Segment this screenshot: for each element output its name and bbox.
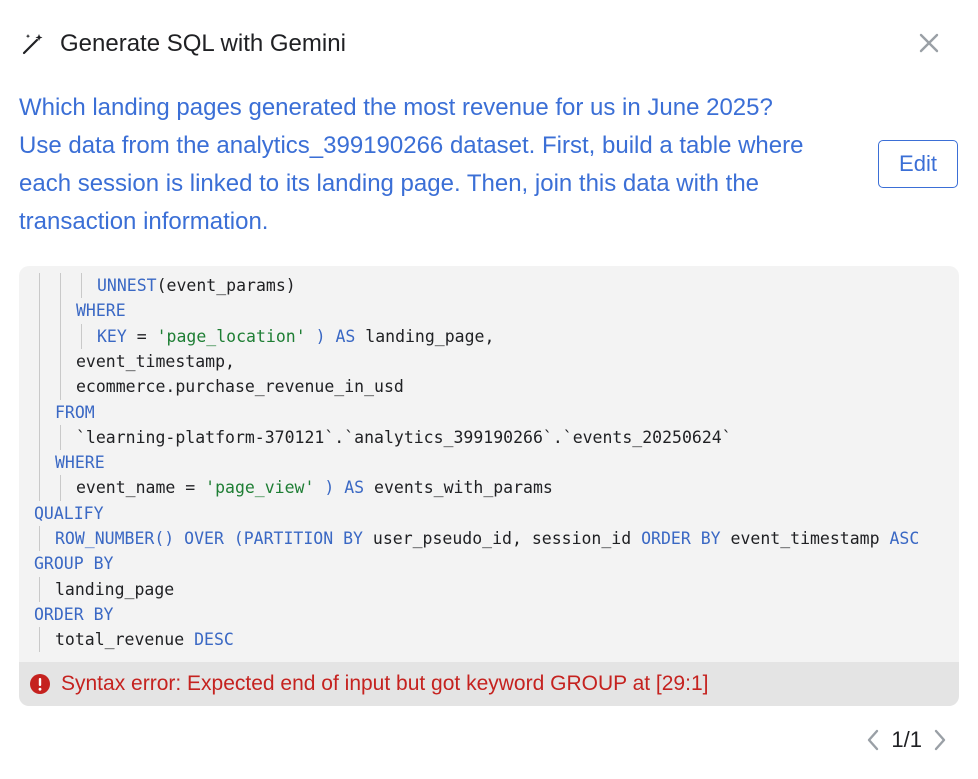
code-line: UNNEST(event_params) [97, 273, 296, 298]
error-icon [30, 674, 50, 694]
indent-guide [81, 273, 82, 299]
indent-guide [60, 424, 61, 451]
code-token: DESC [194, 630, 234, 650]
error-message: Syntax error: Expected end of input but … [61, 672, 709, 695]
code-token: WHERE [55, 453, 105, 473]
code-token: WHERE [76, 301, 126, 321]
code-line: GROUP BY [34, 551, 113, 576]
code-line: `learning-platform-370121`.`analytics_39… [76, 425, 732, 450]
code-token: events_with_params [364, 478, 553, 498]
code-line: event_name = 'page_view' ) AS events_wit… [76, 475, 553, 500]
code-line: QUALIFY [34, 501, 104, 526]
pagination: 1/1 [863, 724, 950, 756]
code-token: event_timestamp [720, 529, 890, 548]
next-page-button[interactable] [930, 727, 950, 753]
sql-code-editor[interactable]: UNNEST(event_params) WHERE KEY = 'page_loc… [19, 266, 959, 662]
code-line: total_revenue DESC [55, 627, 234, 652]
code-line: KEY = 'page_location' ) AS landing_page, [97, 324, 494, 349]
error-banner: Syntax error: Expected end of input but … [19, 662, 959, 706]
indent-guide [39, 526, 40, 552]
code-line: ORDER BY [34, 602, 113, 627]
indent-guide [81, 323, 82, 349]
code-token: user_pseudo_id, session_id [362, 529, 642, 548]
prompt-line: each session is linked to its landing pa… [19, 170, 760, 197]
prompt-line: Which landing pages generated the most r… [19, 94, 773, 121]
code-token: landing_page [55, 579, 175, 599]
code-token: UNNEST [97, 276, 157, 295]
prompt-line: transaction information. [19, 208, 269, 235]
prompt-line: Use data from the analytics_399190266 da… [19, 132, 804, 159]
code-token: 'page_location' [156, 326, 306, 346]
indent-guide [39, 627, 40, 653]
code-token: event_name = [76, 478, 206, 498]
code-token: KEY [97, 326, 127, 346]
indent-guide [60, 273, 61, 400]
code-token: AS [344, 478, 365, 498]
code-token: `learning-platform-370121`.`analytics_39… [76, 427, 732, 447]
close-button[interactable] [914, 28, 944, 58]
chevron-right-icon [934, 729, 946, 751]
code-token: AS [335, 326, 356, 346]
code-token: ecommerce.purchase_revenue_in_usd [76, 377, 404, 397]
close-icon [919, 33, 939, 53]
code-token: (event_params) [156, 276, 296, 295]
code-token: ASC [889, 529, 920, 548]
code-line: landing_page [55, 577, 174, 602]
code-line: ecommerce.purchase_revenue_in_usd [76, 374, 404, 399]
code-token: ) [314, 478, 345, 498]
code-token: ROW_NUMBER() OVER (PARTITION BY [55, 529, 363, 548]
code-token: = [126, 326, 157, 346]
code-line: event_timestamp, [76, 349, 235, 374]
code-token: ORDER BY [641, 529, 721, 548]
code-line: ROW_NUMBER() OVER (PARTITION BY user_pse… [55, 526, 919, 551]
indent-guide [39, 273, 40, 501]
chevron-left-icon [868, 729, 879, 751]
code-token: GROUP BY [34, 554, 114, 574]
code-token: landing_page, [355, 326, 495, 346]
code-line: FROM [55, 400, 95, 425]
code-token: ) [305, 326, 336, 346]
dialog-title: Generate SQL with Gemini [60, 30, 346, 57]
code-token: FROM [55, 402, 95, 422]
magic-wand-icon [22, 34, 43, 55]
indent-guide [60, 475, 61, 501]
code-token: event_timestamp, [76, 351, 235, 371]
code-line: WHERE [76, 298, 126, 323]
code-line: WHERE [55, 450, 105, 475]
code-token: 'page_view' [205, 478, 315, 498]
edit-button[interactable]: Edit [878, 140, 958, 188]
code-token: ORDER BY [34, 604, 114, 624]
prompt-text: Which landing pages generated the most r… [19, 89, 874, 241]
code-token: QUALIFY [34, 503, 104, 523]
indent-guide [39, 576, 40, 602]
code-token: total_revenue [55, 630, 195, 650]
page-indicator: 1/1 [891, 727, 922, 752]
prev-page-button[interactable] [863, 727, 883, 753]
dialog-header: Generate SQL with Gemini [20, 26, 958, 62]
